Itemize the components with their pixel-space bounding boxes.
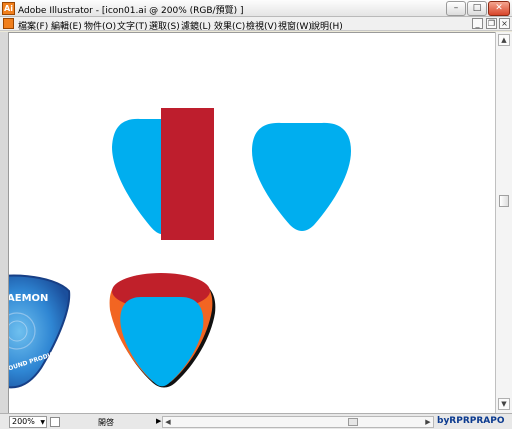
canvas-left-edge bbox=[0, 32, 8, 413]
artwork: AEMON OUND PRODUCTS bbox=[9, 108, 351, 389]
menu-edit[interactable]: 編輯(E) bbox=[51, 19, 82, 32]
menu-view[interactable]: 檢視(V) bbox=[246, 19, 277, 32]
zoom-level-value: 200% bbox=[12, 417, 35, 426]
status-menu-arrow-icon[interactable]: ▶ bbox=[156, 417, 161, 425]
guitar-pick-2[interactable] bbox=[252, 122, 351, 231]
vertical-scrollbar[interactable]: ▲ ▼ bbox=[495, 32, 512, 413]
horizontal-scrollbar[interactable]: ◀ ▶ bbox=[162, 416, 434, 428]
title-bar: Ai Adobe Illustrator - [icon01.ai @ 200%… bbox=[0, 0, 512, 17]
illustrator-app-icon[interactable]: Ai bbox=[2, 2, 15, 15]
status-text: 開啓 bbox=[98, 418, 114, 427]
watermark-text: byRPRPRAPO bbox=[437, 416, 505, 426]
menu-select[interactable]: 選取(S) bbox=[149, 19, 180, 32]
layered-guitar-pick[interactable] bbox=[109, 273, 216, 388]
menu-type[interactable]: 文字(T) bbox=[117, 19, 148, 32]
menu-help[interactable]: 說明(H) bbox=[311, 19, 343, 32]
doc-close-button[interactable]: × bbox=[499, 18, 510, 29]
document-icon[interactable] bbox=[3, 18, 14, 29]
menu-object[interactable]: 物件(O) bbox=[84, 19, 116, 32]
zoom-level-select[interactable]: 200% ▼ bbox=[9, 416, 47, 428]
daemon-badge-pick[interactable]: AEMON OUND PRODUCTS bbox=[9, 274, 71, 389]
minimize-button[interactable]: – bbox=[446, 1, 466, 16]
scroll-left-arrow-icon[interactable]: ◀ bbox=[163, 417, 173, 427]
menu-bar: 檔案(F) 編輯(E) 物件(O) 文字(T) 選取(S) 濾鏡(L) 效果(C… bbox=[0, 17, 512, 32]
page-icon[interactable] bbox=[50, 417, 60, 427]
scroll-up-arrow-icon[interactable]: ▲ bbox=[498, 34, 510, 46]
doc-restore-button[interactable]: ❐ bbox=[486, 18, 497, 29]
chevron-down-icon[interactable]: ▼ bbox=[40, 418, 45, 428]
vertical-scroll-thumb[interactable] bbox=[499, 195, 509, 207]
window-title: Adobe Illustrator - [icon01.ai @ 200% (R… bbox=[18, 6, 244, 16]
menu-file[interactable]: 檔案(F) bbox=[18, 19, 48, 32]
menu-window[interactable]: 視窗(W) bbox=[278, 19, 312, 32]
badge-top-text: AEMON bbox=[9, 293, 48, 304]
status-bar: 200% ▼ 開啓 ▶ ◀ ▶ byRPRPRAPO bbox=[0, 413, 512, 429]
menu-filter[interactable]: 濾鏡(L) bbox=[181, 19, 211, 32]
close-button[interactable]: ✕ bbox=[488, 1, 510, 16]
horizontal-scroll-thumb[interactable] bbox=[348, 418, 358, 426]
maximize-button[interactable]: □ bbox=[467, 1, 487, 16]
scroll-down-arrow-icon[interactable]: ▼ bbox=[498, 398, 510, 410]
artboard-canvas[interactable]: AEMON OUND PRODUCTS bbox=[8, 32, 495, 413]
scroll-right-arrow-icon[interactable]: ▶ bbox=[423, 417, 433, 427]
menu-effect[interactable]: 效果(C) bbox=[214, 19, 245, 32]
doc-minimize-button[interactable]: _ bbox=[472, 18, 483, 29]
red-rectangle[interactable] bbox=[161, 108, 214, 240]
